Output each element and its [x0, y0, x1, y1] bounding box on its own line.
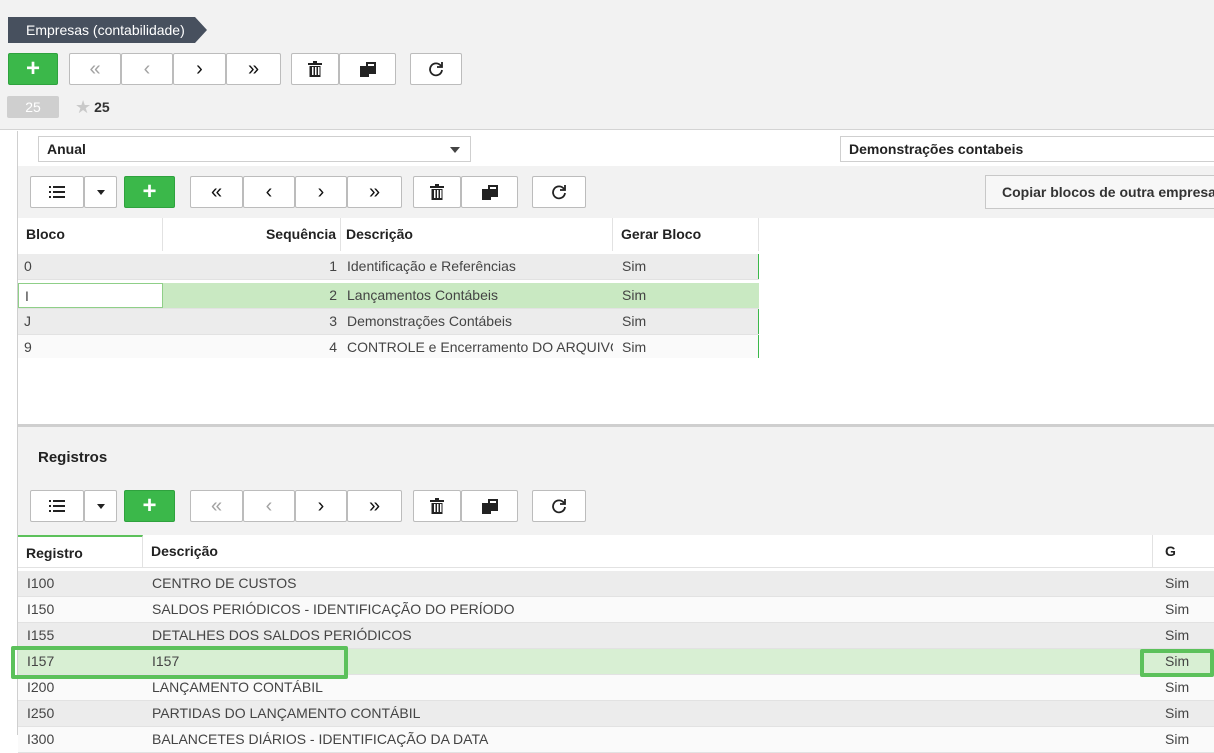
add-registro-button[interactable]: + — [124, 490, 175, 522]
last-record-icon[interactable]: » — [347, 490, 402, 522]
cell-registro: I100 — [27, 575, 55, 591]
cell-descricao: CENTRO DE CUSTOS — [152, 575, 297, 591]
refresh-icon[interactable] — [532, 490, 586, 522]
next-record-icon[interactable]: › — [173, 53, 226, 85]
table-row[interactable]: J 3 Demonstrações Contábeis Sim — [18, 309, 759, 335]
favorites-counter[interactable]: ★ 25 — [75, 96, 110, 118]
delete-icon[interactable] — [413, 176, 461, 208]
cell-gerar: Sim — [1165, 627, 1190, 643]
copy-icon[interactable] — [461, 176, 518, 208]
cell-gerar: Sim — [1165, 575, 1190, 591]
list-view-icon[interactable] — [30, 490, 84, 522]
delete-icon[interactable] — [413, 490, 461, 522]
previous-record-icon[interactable]: ‹ — [121, 53, 173, 85]
highlight-box-registro — [11, 646, 348, 679]
cell-gerar-bloco: Sim — [613, 335, 759, 360]
add-button[interactable]: + — [8, 53, 58, 85]
add-block-button[interactable]: + — [124, 176, 175, 208]
cell-bloco: 9 — [24, 339, 32, 355]
cell-registro: I250 — [27, 705, 55, 721]
column-header-bloco[interactable]: Bloco — [18, 218, 163, 251]
cell-gerar-bloco: Sim — [622, 287, 647, 303]
copy-blocks-button[interactable]: Copiar blocos de outra empresa — [985, 175, 1214, 209]
cell-bloco-editing[interactable]: I — [18, 283, 163, 308]
cell-gerar: Sim — [1165, 731, 1190, 747]
cell-descricao: CONTROLE e Encerramento DO ARQUIVO DIGIT… — [347, 339, 613, 355]
next-record-icon[interactable]: › — [295, 490, 347, 522]
first-record-icon[interactable]: « — [69, 53, 121, 85]
first-record-icon[interactable]: « — [190, 176, 243, 208]
cell-gerar-bloco: Sim — [613, 254, 759, 279]
cell-registro: I300 — [27, 731, 55, 747]
last-record-icon[interactable]: » — [226, 53, 281, 85]
column-header-descricao[interactable]: Descrição — [143, 535, 1153, 568]
table-row[interactable]: I100 CENTRO DE CUSTOS Sim — [18, 571, 1214, 597]
table-row-selected[interactable]: I 2 Lançamentos Contábeis Sim — [18, 283, 759, 309]
cell-bloco: J — [24, 313, 31, 329]
table-row[interactable]: 0 1 Identificação e Referências Sim — [18, 254, 759, 280]
view-options-dropdown[interactable] — [84, 490, 117, 522]
column-header-gerar[interactable]: G — [1153, 535, 1214, 568]
column-header-registro[interactable]: Registro — [18, 535, 143, 568]
copy-icon[interactable] — [461, 490, 518, 522]
first-record-icon[interactable]: « — [190, 490, 243, 522]
cell-gerar: Sim — [1165, 679, 1190, 695]
table-row[interactable]: I150 SALDOS PERIÓDICOS - IDENTIFICAÇÃO D… — [18, 597, 1214, 623]
cell-descricao: BALANCETES DIÁRIOS - IDENTIFICAÇÃO DA DA… — [152, 731, 489, 747]
cell-sequencia: 2 — [329, 287, 337, 303]
refresh-icon[interactable] — [410, 53, 462, 85]
cell-bloco: 0 — [24, 258, 32, 274]
highlight-box-gerar — [1140, 649, 1214, 677]
blocks-grid-header: Bloco Sequência Descrição Gerar Bloco — [18, 218, 1214, 251]
cell-registro: I155 — [27, 627, 55, 643]
cell-descricao: Lançamentos Contábeis — [347, 287, 498, 303]
cell-gerar: Sim — [1165, 705, 1190, 721]
table-row[interactable]: I300 BALANCETES DIÁRIOS - IDENTIFICAÇÃO … — [18, 727, 1214, 753]
column-header-gerar-bloco[interactable]: Gerar Bloco — [613, 218, 759, 251]
view-options-dropdown[interactable] — [84, 176, 117, 208]
cell-descricao: DETALHES DOS SALDOS PERIÓDICOS — [152, 627, 412, 643]
previous-record-icon[interactable]: ‹ — [243, 490, 295, 522]
cell-descricao: Identificação e Referências — [347, 258, 516, 274]
star-icon: ★ — [75, 97, 92, 117]
caret-down-icon — [96, 189, 105, 195]
previous-record-icon[interactable]: ‹ — [243, 176, 295, 208]
blocks-grid-empty-area — [18, 358, 1214, 424]
period-select[interactable]: Anual — [38, 136, 471, 162]
period-select-value: Anual — [47, 141, 86, 157]
cell-sequencia: 1 — [329, 258, 337, 274]
cell-sequencia: 4 — [329, 339, 337, 355]
cell-descricao: PARTIDAS DO LANÇAMENTO CONTÁBIL — [152, 705, 421, 721]
record-count-badge: 25 — [7, 96, 59, 118]
report-select[interactable]: Demonstrações contabeis — [840, 136, 1214, 162]
cell-sequencia: 3 — [329, 313, 337, 329]
chevron-down-icon — [450, 147, 460, 153]
copy-icon[interactable] — [339, 53, 396, 85]
caret-down-icon — [96, 503, 105, 509]
cell-gerar-bloco: Sim — [613, 309, 759, 334]
table-row[interactable]: I250 PARTIDAS DO LANÇAMENTO CONTÁBIL Sim — [18, 701, 1214, 727]
cell-gerar: Sim — [1165, 601, 1190, 617]
last-record-icon[interactable]: » — [347, 176, 402, 208]
delete-icon[interactable] — [291, 53, 339, 85]
refresh-icon[interactable] — [532, 176, 586, 208]
cell-registro: I150 — [27, 601, 55, 617]
cell-descricao: Demonstrações Contábeis — [347, 313, 512, 329]
column-header-descricao[interactable]: Descrição — [341, 218, 613, 251]
cell-descricao: SALDOS PERIÓDICOS - IDENTIFICAÇÃO DO PER… — [152, 601, 515, 617]
report-select-value: Demonstrações contabeis — [849, 141, 1024, 157]
breadcrumb[interactable]: Empresas (contabilidade) — [8, 17, 207, 43]
list-view-icon[interactable] — [30, 176, 84, 208]
next-record-icon[interactable]: › — [295, 176, 347, 208]
column-header-sequencia[interactable]: Sequência — [163, 218, 341, 251]
registros-grid-header: Registro Descrição G — [18, 535, 1214, 568]
registros-title: Registros — [38, 449, 108, 466]
favorites-count: 25 — [94, 99, 110, 115]
